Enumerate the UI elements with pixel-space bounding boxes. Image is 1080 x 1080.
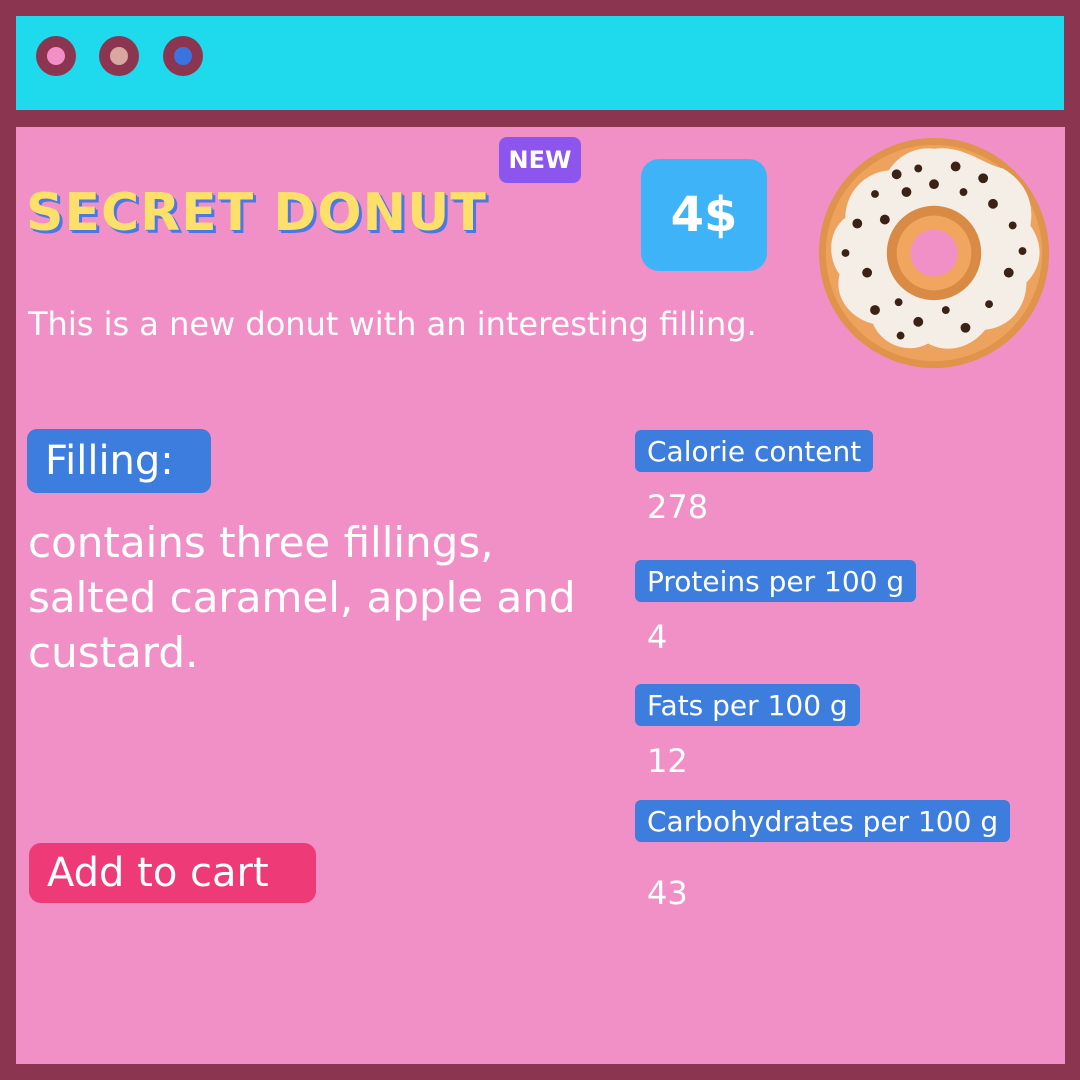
app-window: Secret Donut NEW 4$ This is a new donut … bbox=[0, 0, 1080, 1080]
new-badge: NEW bbox=[499, 137, 581, 183]
protein-label: Proteins per 100 g bbox=[635, 560, 917, 602]
minimize-dot-icon bbox=[110, 47, 128, 65]
add-to-cart-button[interactable]: Add to cart bbox=[29, 843, 316, 903]
product-title: Secret Donut bbox=[26, 183, 487, 243]
product-description: This is a new donut with an interesting … bbox=[28, 305, 757, 343]
title-bar bbox=[16, 16, 1064, 110]
protein-value: 4 bbox=[647, 618, 668, 656]
product-card: Secret Donut NEW 4$ This is a new donut … bbox=[16, 127, 1065, 1064]
carbohydrate-value: 43 bbox=[647, 874, 688, 912]
filling-label: Filling: bbox=[27, 429, 211, 493]
carbohydrate-label: Carbohydrates per 100 g bbox=[635, 800, 1011, 842]
fat-label: Fats per 100 g bbox=[635, 684, 860, 726]
filling-description: contains three fillings, salted caramel,… bbox=[28, 518, 576, 677]
calorie-value: 278 bbox=[647, 488, 709, 526]
donut-icon bbox=[818, 137, 1050, 369]
price-badge: 4$ bbox=[641, 159, 767, 271]
window-maximize-button[interactable] bbox=[163, 36, 203, 76]
maximize-dot-icon bbox=[174, 47, 192, 65]
window-close-button[interactable] bbox=[36, 36, 76, 76]
window-minimize-button[interactable] bbox=[99, 36, 139, 76]
close-dot-icon bbox=[47, 47, 65, 65]
calorie-label: Calorie content bbox=[635, 430, 874, 472]
fat-value: 12 bbox=[647, 742, 688, 780]
